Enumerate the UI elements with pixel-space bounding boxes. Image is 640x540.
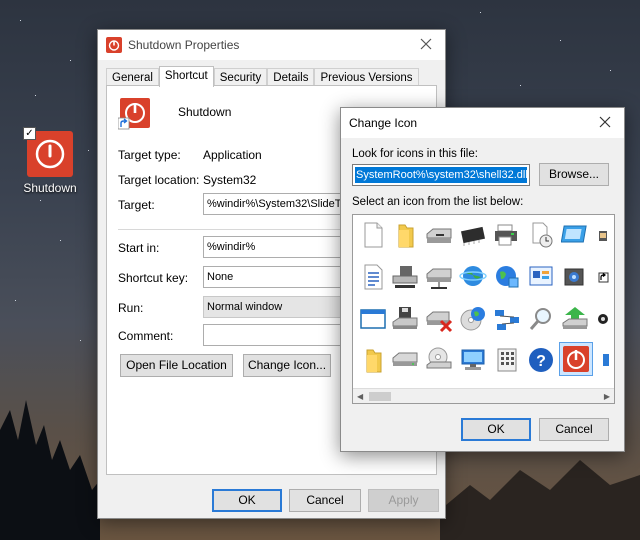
target-location-value: System32	[203, 173, 257, 187]
scroll-right-icon[interactable]: ▶	[604, 392, 610, 401]
comment-label: Comment:	[118, 329, 174, 343]
target-type-label: Target type:	[118, 148, 181, 162]
browse-button[interactable]: Browse...	[539, 163, 609, 186]
scroll-left-icon[interactable]: ◀	[357, 392, 363, 401]
selection-checkbox[interactable]: ✓	[23, 127, 36, 140]
internet-globe-icon[interactable]	[493, 263, 521, 291]
tab-shortcut[interactable]: Shortcut	[158, 66, 214, 87]
search-icon[interactable]	[527, 305, 555, 333]
camera-small-icon[interactable]	[593, 305, 615, 333]
target-label: Target:	[118, 198, 155, 212]
desktop-icon-label: Shutdown	[23, 181, 77, 195]
title-bar[interactable]: Shutdown Properties	[98, 30, 445, 60]
scrollbar-thumb[interactable]	[369, 392, 391, 401]
hard-drive-icon[interactable]	[391, 346, 419, 374]
dialog-title: Change Icon	[349, 116, 418, 130]
change-icon-dialog: Change Icon Look for icons in this file:…	[340, 107, 625, 452]
open-file-location-button[interactable]: Open File Location	[120, 354, 233, 377]
window-title: Shutdown Properties	[128, 38, 240, 52]
cd-drive-icon[interactable]	[425, 346, 453, 374]
network-globe-icon[interactable]	[459, 263, 487, 291]
network-connection-icon[interactable]	[493, 305, 521, 333]
target-type-value: Application	[203, 148, 262, 162]
tree-silhouette	[0, 400, 100, 540]
keypad-icon[interactable]	[493, 346, 521, 374]
computer-icon[interactable]	[459, 346, 487, 374]
icon-list[interactable]: ? ◀ ▶	[352, 214, 615, 404]
partial-icon[interactable]	[597, 346, 615, 374]
app-power-icon	[106, 37, 122, 53]
close-icon[interactable]	[417, 35, 435, 53]
power-icon: ✓	[23, 127, 73, 177]
drive-remove-icon[interactable]	[425, 305, 453, 333]
tab-strip: General Shortcut Security Details Previo…	[106, 66, 419, 87]
shortcut-name: Shutdown	[178, 105, 232, 119]
help-icon[interactable]: ?	[527, 346, 555, 374]
printer-icon[interactable]	[493, 221, 521, 249]
selected-icon-highlight[interactable]	[559, 342, 593, 376]
camera-chip-icon[interactable]	[561, 263, 589, 291]
monitor-partial-icon[interactable]	[593, 221, 615, 249]
dialog-cancel-button[interactable]: Cancel	[539, 418, 609, 441]
shortcut-power-icon	[117, 98, 150, 130]
look-for-icons-label: Look for icons in this file:	[352, 148, 478, 160]
icon-file-path-selected: SystemRoot%\system32\shell32.dll	[355, 167, 527, 183]
floppy-drive-icon[interactable]	[425, 221, 453, 249]
cancel-button[interactable]: Cancel	[289, 489, 361, 512]
select-icon-label: Select an icon from the list below:	[352, 196, 524, 208]
network-drive-disconnected-icon[interactable]	[425, 263, 453, 291]
memory-chip-icon[interactable]	[459, 221, 487, 249]
target-location-label: Target location:	[118, 173, 200, 187]
close-icon[interactable]	[596, 113, 614, 131]
arrow-drive-icon[interactable]	[561, 305, 589, 333]
dialog-ok-button[interactable]: OK	[461, 418, 531, 441]
cd-globe-icon[interactable]	[459, 305, 487, 333]
svg-text:?: ?	[536, 353, 546, 370]
floppy-stack-icon[interactable]	[391, 305, 419, 333]
change-icon-button[interactable]: Change Icon...	[243, 354, 331, 377]
icon-file-input[interactable]: SystemRoot%\system32\shell32.dll	[352, 164, 530, 186]
shortcut-key-label: Shortcut key:	[118, 271, 189, 285]
text-document-icon[interactable]	[359, 263, 387, 291]
network-drive-icon[interactable]	[391, 263, 419, 291]
ok-button[interactable]: OK	[212, 489, 282, 512]
power-icon[interactable]	[562, 345, 590, 373]
file-clock-icon[interactable]	[527, 221, 555, 249]
display-icon[interactable]	[561, 221, 589, 249]
desktop-shortcut-shutdown[interactable]: ✓ Shutdown	[20, 127, 80, 195]
dialog-title-bar[interactable]: Change Icon	[341, 108, 624, 138]
blank-document-icon[interactable]	[359, 221, 387, 249]
folder-icon[interactable]	[391, 221, 419, 249]
apply-button[interactable]: Apply	[368, 489, 439, 512]
folder-half-icon[interactable]	[359, 346, 387, 374]
horizontal-scrollbar[interactable]: ◀ ▶	[353, 388, 614, 403]
start-in-label: Start in:	[118, 241, 160, 255]
control-panel-icon[interactable]	[527, 263, 555, 291]
run-label: Run:	[118, 301, 144, 315]
window-icon[interactable]	[359, 305, 387, 333]
shortcut-overlay-icon[interactable]	[593, 263, 615, 291]
